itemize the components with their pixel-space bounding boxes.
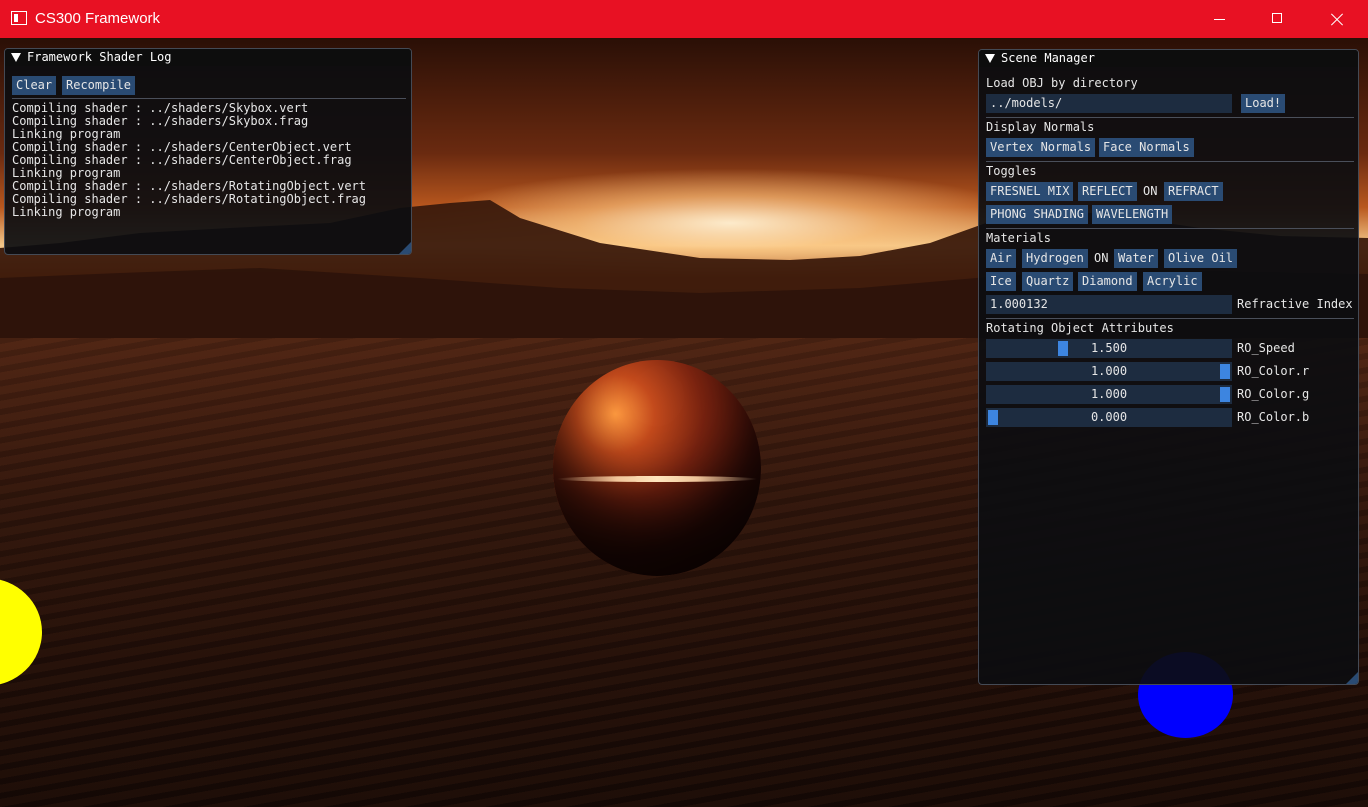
shader-log-window[interactable]: Framework Shader Log Clear Recompile Com… [4, 48, 412, 255]
slider-value: 1.000 [1090, 364, 1128, 378]
section-separator [986, 228, 1354, 229]
slider-value: 1.500 [1090, 341, 1128, 355]
vertex-normals-button[interactable]: Vertex Normals [986, 138, 1096, 157]
maximize-button[interactable] [1248, 0, 1306, 38]
scene-manager-title: Scene Manager [1001, 51, 1095, 65]
slider-value: 0.000 [1090, 410, 1128, 424]
material-hydrogen-button[interactable]: Hydrogen [1022, 249, 1088, 268]
window-title: CS300 Framework [35, 10, 161, 27]
section-separator [986, 161, 1354, 162]
reflect-on-indicator: ON [1143, 184, 1158, 198]
window-title-bar[interactable]: CS300 Framework [0, 0, 1368, 38]
scene-manager-window[interactable]: Scene Manager Load OBJ by directory ../m… [978, 49, 1359, 685]
section-separator [986, 318, 1354, 319]
recompile-button[interactable]: Recompile [62, 76, 136, 95]
model-directory-input[interactable]: ../models/ [986, 94, 1232, 113]
material-air-button[interactable]: Air [986, 249, 1016, 268]
scene-manager-title-bar[interactable]: Scene Manager [979, 50, 1358, 67]
ro-color-b-slider[interactable]: 0.000 [986, 408, 1232, 427]
resize-grip-icon[interactable] [1346, 672, 1358, 684]
load-button[interactable]: Load! [1241, 94, 1286, 113]
center-object-reflection-rim [557, 476, 757, 482]
close-button[interactable] [1307, 0, 1365, 38]
section-separator [986, 117, 1354, 118]
material-quartz-button[interactable]: Quartz [1022, 272, 1074, 291]
display-normals-label: Display Normals [986, 120, 1095, 134]
ro-color-b-label: RO_Color.b [1237, 410, 1310, 424]
log-line: Linking program [12, 205, 121, 219]
material-ice-button[interactable]: Ice [986, 272, 1016, 291]
rotating-object-label: Rotating Object Attributes [986, 321, 1174, 335]
material-acrylic-button[interactable]: Acrylic [1143, 272, 1202, 291]
shader-log-title-bar[interactable]: Framework Shader Log [5, 49, 411, 66]
toggles-label: Toggles [986, 164, 1037, 178]
material-water-button[interactable]: Water [1114, 249, 1159, 268]
ro-speed-label: RO_Speed [1237, 341, 1295, 355]
refractive-index-label: Refractive Index [1237, 297, 1353, 311]
shader-log-title: Framework Shader Log [27, 50, 172, 64]
refractive-index-input[interactable]: 1.000132 [986, 295, 1232, 314]
material-diamond-button[interactable]: Diamond [1078, 272, 1137, 291]
load-obj-label: Load OBJ by directory [986, 76, 1138, 90]
hydrogen-on-indicator: ON [1094, 251, 1109, 265]
app-window-icon [11, 11, 27, 25]
clear-button[interactable]: Clear [12, 76, 57, 95]
ro-color-g-slider[interactable]: 1.000 [986, 385, 1232, 404]
resize-grip-icon[interactable] [399, 242, 411, 254]
face-normals-button[interactable]: Face Normals [1099, 138, 1194, 157]
material-olive-oil-button[interactable]: Olive Oil [1164, 249, 1238, 268]
ro-color-g-label: RO_Color.g [1237, 387, 1310, 401]
wavelength-button[interactable]: WAVELENGTH [1092, 205, 1173, 224]
collapse-triangle-icon[interactable] [985, 54, 995, 63]
shader-log-output: Compiling shader : ../shaders/Skybox.ver… [12, 102, 366, 219]
center-object-sphere [553, 360, 761, 576]
ro-color-r-slider[interactable]: 1.000 [986, 362, 1232, 381]
slider-value: 1.000 [1090, 387, 1128, 401]
collapse-triangle-icon[interactable] [11, 53, 21, 62]
phong-shading-button[interactable]: PHONG SHADING [986, 205, 1088, 224]
ro-speed-slider[interactable]: 1.500 [986, 339, 1232, 358]
fresnel-mix-button[interactable]: FRESNEL MIX [986, 182, 1074, 201]
materials-label: Materials [986, 231, 1052, 245]
refract-button[interactable]: REFRACT [1164, 182, 1223, 201]
reflect-button[interactable]: REFLECT [1078, 182, 1137, 201]
log-separator [12, 98, 406, 99]
minimize-button[interactable] [1190, 0, 1248, 38]
ro-color-r-label: RO_Color.r [1237, 364, 1310, 378]
